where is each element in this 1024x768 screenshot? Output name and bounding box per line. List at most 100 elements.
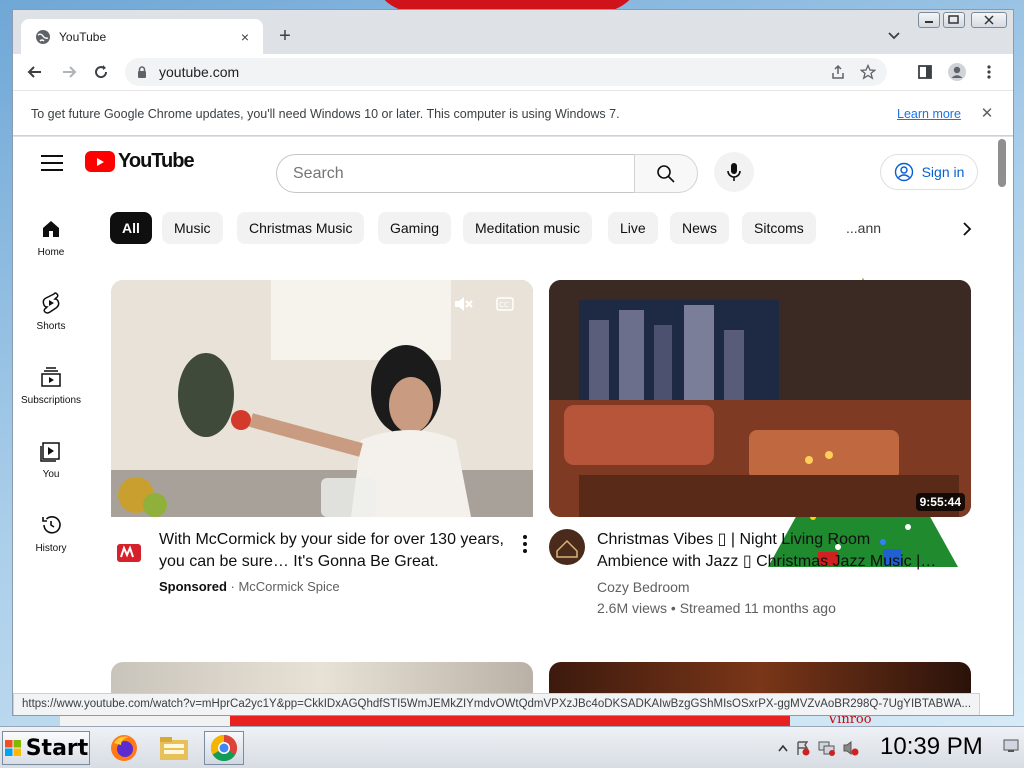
page-scrollbar[interactable] — [998, 139, 1006, 187]
chrome-menu-button[interactable] — [977, 60, 1001, 84]
tab-youtube[interactable]: YouTube × — [21, 19, 263, 54]
chips-next-button[interactable] — [955, 217, 979, 241]
youtube-logo[interactable]: YouTube — [85, 150, 195, 173]
chevron-right-icon — [963, 222, 972, 236]
shorts-icon — [39, 291, 63, 315]
you-icon — [39, 439, 63, 463]
lock-icon — [138, 66, 146, 78]
action-center-flag-icon[interactable] — [794, 739, 812, 757]
ad-video-frame — [111, 280, 533, 517]
taskbar-firefox[interactable] — [104, 731, 144, 765]
sidebar-item-subscriptions[interactable]: Subscriptions — [13, 355, 89, 415]
captions-button[interactable]: CC — [493, 294, 517, 314]
maximize-button[interactable] — [943, 12, 965, 28]
globe-icon — [36, 29, 50, 44]
video-thumbnail-ad[interactable]: CC — [111, 280, 533, 517]
sidebar-item-home[interactable]: Home — [13, 207, 89, 267]
taskbar-file-explorer[interactable] — [154, 731, 194, 765]
ad-channel-name[interactable]: McCormick Spice — [238, 579, 339, 594]
chip-gaming[interactable]: Gaming — [378, 212, 452, 244]
sidebar-label-shorts: Shorts — [36, 321, 66, 332]
search-button[interactable] — [634, 154, 698, 193]
browser-toolbar: youtube.com — [13, 54, 1013, 90]
close-icon — [984, 15, 994, 25]
sidebar-label-home: Home — [37, 247, 65, 258]
chip-partial[interactable]: ...ann — [834, 212, 893, 244]
address-bar[interactable]: youtube.com — [125, 58, 887, 86]
video-title-ad[interactable]: With McCormick by your side for over 130… — [159, 529, 504, 573]
chip-sitcoms[interactable]: Sitcoms — [742, 212, 816, 244]
ad-separator: · — [226, 579, 239, 594]
chip-all[interactable]: All — [110, 212, 152, 244]
search-field[interactable] — [276, 154, 634, 193]
history-icon — [39, 513, 63, 537]
learn-more-link[interactable]: Learn more — [897, 107, 961, 121]
tab-title: YouTube — [59, 29, 107, 44]
sign-in-label: Sign in — [921, 164, 965, 180]
cozy-bedroom-logo-icon — [549, 529, 585, 565]
back-button[interactable] — [23, 60, 47, 84]
infobar-close-button[interactable]: ✕ — [977, 103, 997, 123]
video-channel-name[interactable]: Cozy Bedroom — [597, 579, 690, 595]
sign-in-button[interactable]: Sign in — [880, 154, 978, 190]
start-label: Start — [25, 735, 89, 761]
volume-muted-icon[interactable] — [842, 739, 860, 757]
taskbar-clock[interactable]: 10:39 PM — [880, 733, 983, 761]
url-text[interactable]: youtube.com — [159, 64, 827, 80]
forward-button[interactable] — [57, 60, 81, 84]
subscriptions-icon — [39, 365, 63, 389]
account-circle-icon — [894, 162, 913, 182]
arrow-right-icon — [63, 66, 77, 78]
profile-button[interactable] — [945, 60, 969, 84]
chrome-icon — [210, 734, 238, 762]
unmute-button[interactable] — [451, 294, 475, 314]
taskbar: Start 10:39 PM — [0, 726, 1024, 768]
mccormick-logo-icon — [111, 535, 147, 571]
chip-live[interactable]: Live — [608, 212, 658, 244]
voice-search-button[interactable] — [714, 152, 754, 192]
bookmark-star-icon[interactable] — [857, 61, 879, 83]
sidebar-item-you[interactable]: You — [13, 429, 89, 489]
ad-meta: Sponsored · McCormick Spice — [159, 579, 340, 594]
firefox-icon — [111, 735, 137, 761]
update-infobar: To get future Google Chrome updates, you… — [13, 90, 1013, 136]
video-options-button[interactable] — [521, 533, 529, 555]
kebab-menu-icon — [987, 65, 991, 79]
minimize-button[interactable] — [918, 12, 940, 28]
video-duration-badge: 9:55:44 — [915, 493, 965, 511]
tab-search-icon[interactable] — [885, 26, 903, 44]
infobar-message: To get future Google Chrome updates, you… — [31, 107, 620, 121]
sidebar-item-shorts[interactable]: Shorts — [13, 281, 89, 341]
chip-meditation-music[interactable]: Meditation music — [463, 212, 593, 244]
reload-button[interactable] — [89, 60, 113, 84]
folder-icon — [160, 737, 188, 760]
taskbar-chrome[interactable] — [204, 731, 244, 765]
microphone-icon — [727, 163, 741, 181]
side-panel-button[interactable] — [913, 60, 937, 84]
close-window-button[interactable] — [971, 12, 1007, 28]
new-tab-button[interactable]: + — [273, 24, 297, 48]
video-thumbnail-christmas-vibes[interactable]: 9:55:44 — [549, 280, 971, 517]
tray-expand-icon[interactable] — [774, 739, 792, 757]
restore-icon — [948, 15, 959, 24]
arrow-left-icon — [27, 66, 41, 78]
chip-news[interactable]: News — [670, 212, 730, 244]
youtube-play-icon — [85, 151, 115, 172]
youtube-logo-text: YouTube — [118, 150, 195, 172]
share-icon[interactable] — [827, 61, 849, 83]
filter-chips-bar: All Music Christmas Music Gaming Meditat… — [110, 212, 990, 246]
tab-close-button[interactable]: × — [235, 27, 255, 47]
video-title-christmas-vibes[interactable]: Christmas Vibes ▯ | Night Living Room Am… — [597, 529, 942, 573]
link-status-bubble: https://www.youtube.com/watch?v=mHprCa2y… — [13, 693, 981, 715]
network-icon[interactable] — [818, 739, 836, 757]
guide-menu-button[interactable] — [41, 155, 63, 173]
show-desktop-icon[interactable] — [1002, 737, 1020, 755]
sidebar-item-history[interactable]: History — [13, 503, 89, 563]
mccormick-channel-avatar[interactable] — [111, 535, 147, 571]
chip-music[interactable]: Music — [162, 212, 223, 244]
search-input[interactable] — [277, 155, 634, 192]
start-button[interactable]: Start — [2, 731, 90, 765]
home-icon — [39, 217, 63, 241]
cozy-bedroom-channel-avatar[interactable] — [549, 529, 585, 565]
chip-christmas-music[interactable]: Christmas Music — [237, 212, 365, 244]
